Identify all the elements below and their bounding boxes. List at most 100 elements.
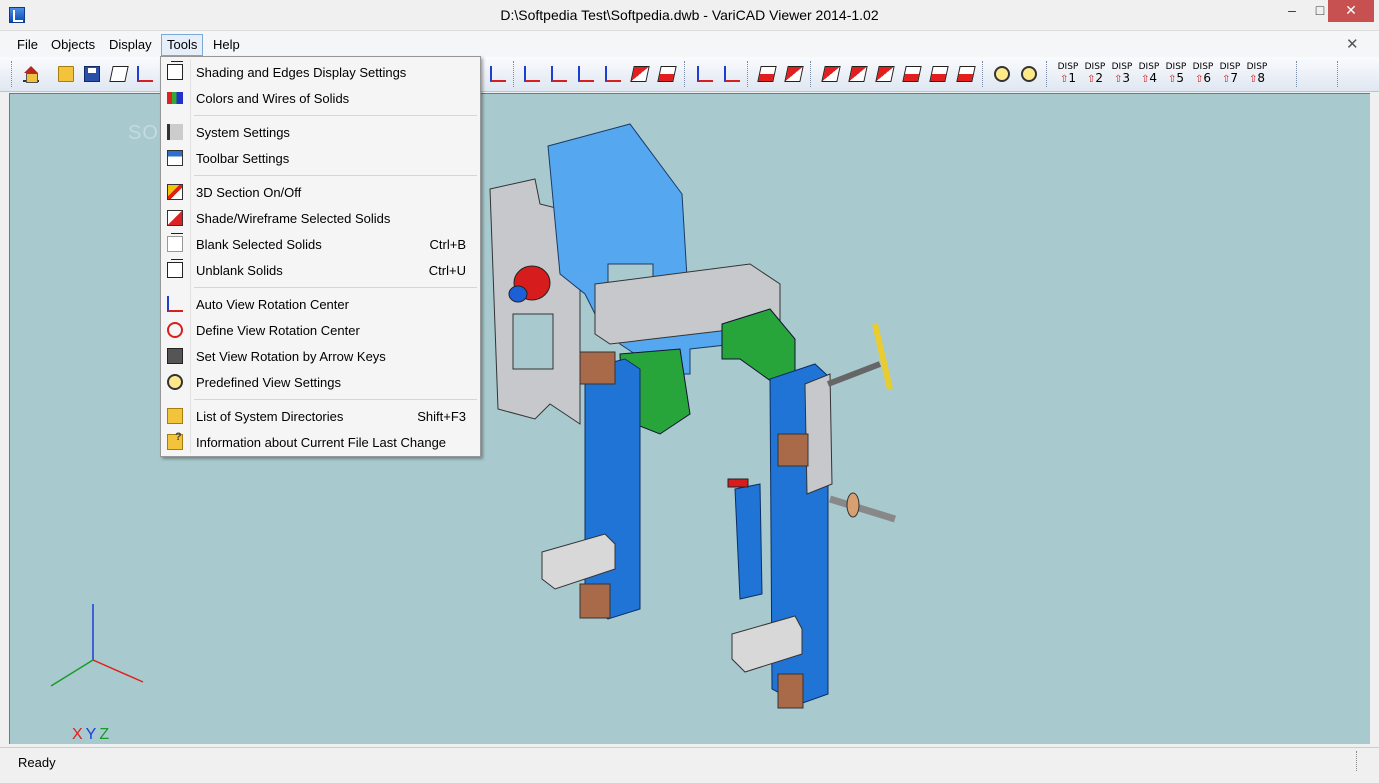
status-bar: Ready	[0, 747, 1379, 783]
menu-item-system-directories[interactable]: List of System Directories Shift+F3	[163, 403, 478, 429]
disp-6-button[interactable]: DISP6	[1190, 62, 1216, 86]
save-button[interactable]	[81, 63, 103, 85]
menu-item-colors-wires[interactable]: Colors and Wires of Solids	[163, 85, 478, 111]
menu-item-file-info[interactable]: Information about Current File Last Chan…	[163, 429, 478, 455]
disp-number: 1	[1055, 72, 1081, 86]
print-button[interactable]	[134, 63, 156, 85]
toolbar-grip[interactable]	[747, 61, 750, 87]
radius-icon	[605, 66, 621, 82]
menu-display[interactable]: Display	[104, 34, 157, 56]
menu-item-define-rotation-center[interactable]: Define View Rotation Center	[163, 317, 478, 343]
menu-item-label: Shading and Edges Display Settings	[196, 65, 407, 80]
menu-item-label: Colors and Wires of Solids	[196, 91, 350, 106]
zoom-back-icon	[994, 66, 1010, 82]
document-close-icon[interactable]: ✕	[1346, 35, 1359, 53]
mass-icon	[630, 66, 650, 82]
folder-question-icon	[167, 431, 183, 450]
menu-separator	[194, 399, 477, 400]
toolbar-grip[interactable]	[1337, 61, 1340, 87]
minimize-button[interactable]: –	[1278, 0, 1306, 22]
disk-icon	[84, 66, 100, 82]
settings-icon	[167, 124, 183, 140]
query-button[interactable]	[487, 63, 509, 85]
menu-tools[interactable]: Tools	[161, 34, 204, 56]
disp-3-button[interactable]: DISP3	[1109, 62, 1135, 86]
menu-item-toolbar-settings[interactable]: Toolbar Settings	[163, 145, 478, 171]
shade-icon	[784, 66, 804, 82]
rotation-center-button[interactable]	[694, 63, 716, 85]
blank-cube-icon	[167, 233, 183, 252]
menu-item-shade-wireframe[interactable]: Shade/Wireframe Selected Solids	[163, 205, 478, 231]
tools-menu-dropdown: Shading and Edges Display Settings Color…	[160, 56, 481, 457]
menu-file[interactable]: File	[12, 34, 43, 56]
measure-radius-button[interactable]	[602, 63, 624, 85]
menu-help[interactable]: Help	[208, 34, 245, 56]
toolbar-grip[interactable]	[1296, 61, 1299, 87]
open-button[interactable]	[55, 63, 77, 85]
resize-grip[interactable]	[1356, 751, 1359, 771]
query-icon	[490, 66, 506, 82]
zoom-previous-button[interactable]	[991, 63, 1013, 85]
define-rotation-button[interactable]	[721, 63, 743, 85]
toolbar-grip[interactable]	[684, 61, 687, 87]
zoom-all-button[interactable]	[1018, 63, 1040, 85]
disp-number: 4	[1136, 72, 1162, 86]
disp-number: 8	[1244, 72, 1270, 86]
view-back-button[interactable]	[847, 63, 869, 85]
view-top-button[interactable]	[928, 63, 950, 85]
toolbar-grip[interactable]	[810, 61, 813, 87]
toolbar-icon	[167, 150, 183, 166]
toolbar-grip[interactable]	[11, 61, 14, 87]
menu-item-blank-solids[interactable]: Blank Selected Solids Ctrl+B	[163, 231, 478, 257]
distance-icon	[551, 66, 567, 82]
toolbar-grip[interactable]	[1046, 61, 1049, 87]
menu-item-unblank-solids[interactable]: Unblank Solids Ctrl+U	[163, 257, 478, 283]
menu-item-shading-settings[interactable]: Shading and Edges Display Settings	[163, 59, 478, 85]
disp-8-button[interactable]: DISP8	[1244, 62, 1270, 86]
axes-icon	[697, 66, 713, 82]
measure-point-button[interactable]	[521, 63, 543, 85]
section-icon	[167, 184, 183, 200]
disp-5-button[interactable]: DISP5	[1163, 62, 1189, 86]
menu-objects[interactable]: Objects	[46, 34, 100, 56]
solid-info-button[interactable]	[656, 63, 678, 85]
measure-icon	[524, 66, 540, 82]
mass-properties-button[interactable]	[629, 63, 651, 85]
toolbar-grip[interactable]	[982, 61, 985, 87]
disp-1-button[interactable]: DISP1	[1055, 62, 1081, 86]
measure-distance-button[interactable]	[548, 63, 570, 85]
disp-number: 6	[1190, 72, 1216, 86]
magnifier-icon	[167, 374, 183, 390]
menu-item-shortcut: Ctrl+U	[428, 263, 466, 278]
disp-7-button[interactable]: DISP7	[1217, 62, 1243, 86]
section-button[interactable]	[756, 63, 778, 85]
colors-icon	[167, 92, 183, 104]
document-icon	[109, 66, 129, 82]
close-button[interactable]: ✕	[1328, 0, 1374, 22]
view-left-button[interactable]	[874, 63, 896, 85]
disp-2-button[interactable]: DISP2	[1082, 62, 1108, 86]
menu-separator	[194, 115, 477, 116]
shade-selected-button[interactable]	[783, 63, 805, 85]
window-title: D:\Softpedia Test\Softpedia.dwb - VariCA…	[500, 7, 879, 23]
menu-item-system-settings[interactable]: System Settings	[163, 119, 478, 145]
disp-number: 7	[1217, 72, 1243, 86]
axis-y-label: Y	[85, 726, 97, 743]
menu-item-label: Unblank Solids	[196, 263, 283, 278]
shade-icon	[167, 210, 183, 226]
measure-angle-button[interactable]	[575, 63, 597, 85]
menu-item-arrow-key-rotation[interactable]: Set View Rotation by Arrow Keys	[163, 343, 478, 369]
menu-separator	[194, 287, 477, 288]
view-front-button[interactable]	[820, 63, 842, 85]
home-button[interactable]	[20, 63, 42, 85]
menu-item-predefined-views[interactable]: Predefined View Settings	[163, 369, 478, 395]
view-right-button[interactable]	[901, 63, 923, 85]
disp-4-button[interactable]: DISP4	[1136, 62, 1162, 86]
menu-item-3d-section[interactable]: 3D Section On/Off	[163, 179, 478, 205]
toolbar-grip[interactable]	[513, 61, 516, 87]
cube-top-icon	[929, 66, 949, 82]
info-icon	[657, 66, 677, 82]
view-bottom-button[interactable]	[955, 63, 977, 85]
export-button[interactable]	[108, 63, 130, 85]
menu-item-auto-rotation-center[interactable]: Auto View Rotation Center	[163, 291, 478, 317]
